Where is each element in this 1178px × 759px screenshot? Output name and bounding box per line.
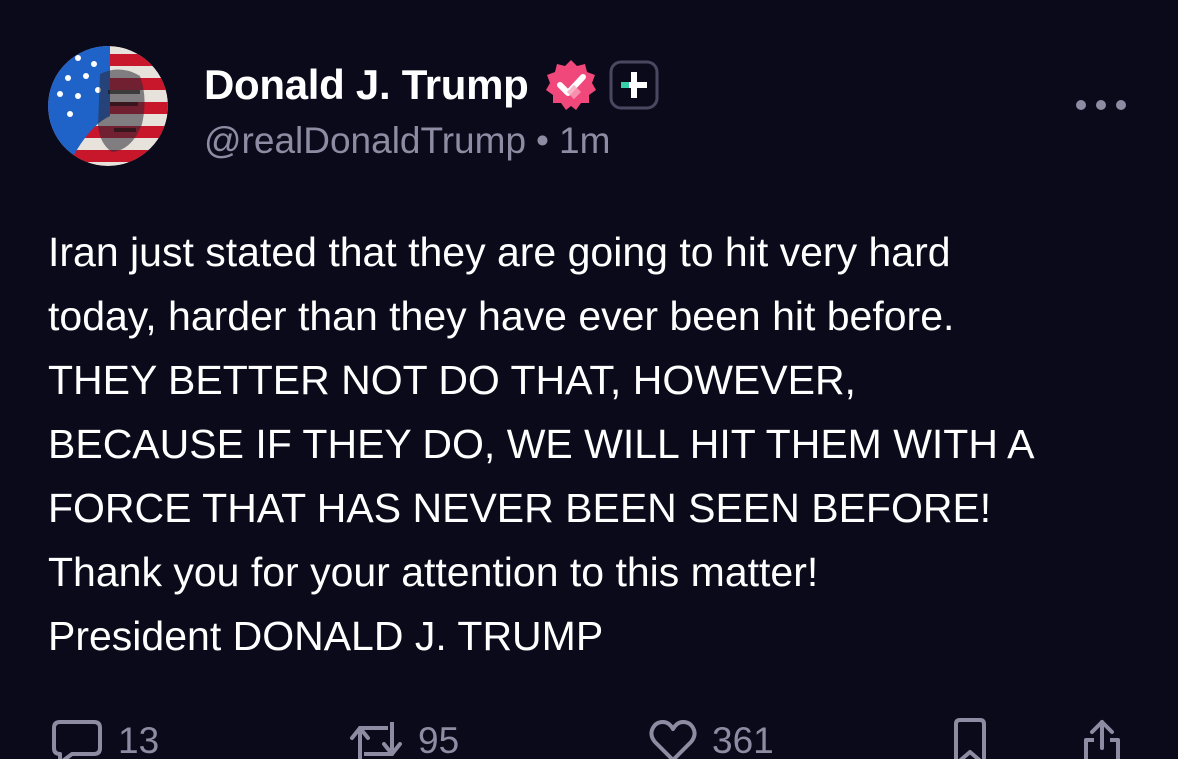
- bookmark-icon: [954, 718, 986, 759]
- action-bar: 13 95 361: [0, 710, 1178, 759]
- meta-separator: •: [536, 120, 550, 161]
- flag-portrait-avatar-icon: [48, 46, 168, 166]
- post-line: FORCE THAT HAS NEVER BEEN SEEN BEFORE!: [48, 485, 992, 531]
- ellipsis-icon: [1076, 100, 1126, 110]
- handle-row: @realDonaldTrump • 1m: [204, 120, 610, 162]
- post-line: THEY BETTER NOT DO THAT, HOWEVER,: [48, 357, 856, 403]
- post-line: Thank you for your attention to this mat…: [48, 549, 819, 595]
- plus-subscriber-icon[interactable]: [609, 60, 659, 110]
- reply-count: 13: [118, 720, 160, 759]
- display-name[interactable]: Donald J. Trump: [204, 61, 529, 109]
- repost-count: 95: [418, 720, 460, 759]
- user-handle[interactable]: @realDonaldTrump: [204, 120, 526, 161]
- heart-icon: [649, 720, 697, 759]
- author-name-row: Donald J. Trump: [204, 58, 659, 112]
- reply-button[interactable]: 13: [50, 718, 159, 759]
- more-options-button[interactable]: [1072, 92, 1130, 118]
- post-line: Iran just stated that they are going to …: [48, 229, 951, 275]
- avatar[interactable]: [48, 46, 168, 166]
- post-body: Iran just stated that they are going to …: [48, 220, 1158, 668]
- share-button[interactable]: [1080, 718, 1124, 759]
- like-button[interactable]: 361: [648, 718, 774, 759]
- repost-icon: [350, 722, 402, 759]
- comment-icon: [52, 720, 102, 759]
- post-line: BECAUSE IF THEY DO, WE WILL HIT THEM WIT…: [48, 421, 1035, 467]
- share-icon: [1084, 720, 1120, 759]
- repost-button[interactable]: 95: [348, 718, 459, 759]
- post-timestamp[interactable]: 1m: [559, 120, 610, 161]
- post-line: President DONALD J. TRUMP: [48, 613, 604, 659]
- like-count: 361: [712, 720, 774, 759]
- post-line: today, harder than they have ever been h…: [48, 293, 955, 339]
- verified-badge-icon: [545, 60, 596, 110]
- bookmark-button[interactable]: [950, 718, 990, 759]
